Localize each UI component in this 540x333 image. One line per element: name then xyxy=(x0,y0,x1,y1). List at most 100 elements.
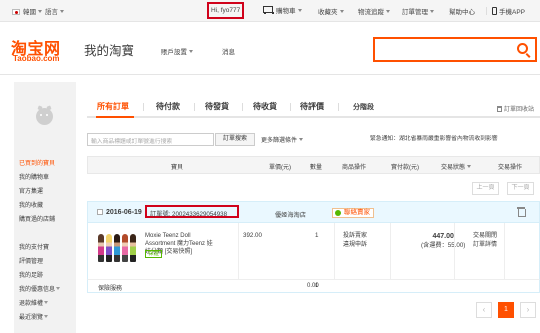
sidebar-item-refunds[interactable]: 退款維權 xyxy=(19,298,49,307)
divider xyxy=(504,223,505,280)
favorites-link[interactable]: 收藏夾 xyxy=(318,6,344,16)
doll-figure xyxy=(130,234,136,262)
logistics-label: 物流追蹤 xyxy=(358,9,384,16)
chevron-down-icon xyxy=(386,10,390,13)
taobao-logo-en[interactable]: Taobao.com xyxy=(13,54,60,63)
user-greeting[interactable]: Hi, fyo777 xyxy=(211,7,240,14)
sidebar-item-recent[interactable]: 最近瀏覽 xyxy=(19,312,49,321)
divider xyxy=(338,103,339,111)
language-label: 語言 xyxy=(45,9,58,16)
chevron-down-icon xyxy=(60,10,64,13)
order-mgmt-link[interactable]: 訂單管理 xyxy=(402,6,434,16)
status-badge: 交易關閉 xyxy=(473,233,498,239)
sidebar-item-bought[interactable]: 已買到的寶貝 xyxy=(19,158,55,167)
doll-figure xyxy=(106,234,112,262)
urgent-notice[interactable]: 緊急通知：湖北省暴雨嚴重影響省內物流收到影響 xyxy=(370,133,498,142)
order-mgmt-label: 訂單管理 xyxy=(402,9,428,16)
chevron-down-icon xyxy=(44,301,49,304)
account-settings-menu[interactable]: 賬戶設置 xyxy=(161,46,193,56)
chevron-down-icon xyxy=(339,10,344,13)
avatar[interactable] xyxy=(36,108,53,125)
chevron-down-icon xyxy=(299,138,304,141)
top-bar: 韓國 語言 Hi, fyo777 購物車 收藏夾 物流追蹤 訂單管理 幫助中心 … xyxy=(0,0,540,22)
order-item-row: Moxie Teenz Doll Assortment 魔力Teenz 娃娃分類… xyxy=(87,223,540,280)
order-search-button[interactable]: 訂單搜索 xyxy=(215,133,255,146)
divider xyxy=(334,223,335,280)
shop-name[interactable]: 優姬海淘店 xyxy=(275,210,306,219)
prev-page-button[interactable]: 上一頁 xyxy=(472,182,499,195)
greeting-highlight[interactable]: Hi, fyo777 xyxy=(207,2,244,19)
sidebar-item-reviews[interactable]: 評價管理 xyxy=(19,256,43,265)
chevron-down-icon xyxy=(297,9,302,12)
col-item-ops: 商品操作 xyxy=(342,165,367,171)
insurance-row: 保險服務 0.00 1 xyxy=(87,279,540,293)
messages-link[interactable]: 消息 xyxy=(222,46,235,56)
doll-figure xyxy=(98,234,104,262)
tab-pending-payment[interactable]: 待付款 xyxy=(156,101,180,112)
search-icon[interactable] xyxy=(517,43,528,54)
order-checkbox[interactable] xyxy=(97,209,103,215)
unit-price: 392.00 xyxy=(243,232,262,239)
sidebar-item-footprints[interactable]: 我的足跡 xyxy=(19,270,43,279)
next-page-button[interactable]: 下一頁 xyxy=(507,182,534,195)
divider xyxy=(390,223,391,280)
tab-staged[interactable]: 分階段 xyxy=(353,102,374,112)
divider xyxy=(238,223,239,280)
order-tabs: 所有訂單 待付款 待發貨 待收貨 待評價 分階段 xyxy=(87,96,540,118)
sidebar-item-consolidation[interactable]: 官方集運 xyxy=(19,186,43,195)
chevron-down-icon xyxy=(430,10,434,13)
insurance-label: 保險服務 xyxy=(98,286,123,292)
language-selector[interactable]: 語言 xyxy=(45,6,64,16)
more-filters-toggle[interactable]: 更多篩選條件 xyxy=(261,135,304,144)
tab-all-orders[interactable]: 所有訂單 xyxy=(97,101,129,112)
sidebar: 已買到的寶貝 我的購物車 官方集運 我的收藏 購買過的店鋪 我的支付寶 評價管理… xyxy=(14,82,76,333)
search-input[interactable] xyxy=(373,37,537,62)
trash-icon xyxy=(497,106,502,112)
col-item: 寶貝 xyxy=(171,165,184,171)
recycle-bin-link[interactable]: 訂單回收站 xyxy=(497,104,534,113)
tab-pending-receipt[interactable]: 待收貨 xyxy=(253,101,277,112)
complain-seller-link[interactable]: 投訴賣家 xyxy=(343,232,367,241)
contact-seller-button[interactable]: 聯絡賣家 xyxy=(332,208,374,218)
order-header: 2016-06-19 訂單號: 2002433629054938 優姬海淘店 聯… xyxy=(87,201,540,223)
order-detail-link[interactable]: 訂單詳情 xyxy=(473,241,497,250)
pagination-current[interactable]: 1 xyxy=(498,302,514,318)
sidebar-item-coupons[interactable]: 我的優惠信息 xyxy=(19,284,61,293)
sidebar-item-cart[interactable]: 我的購物車 xyxy=(19,172,49,181)
product-image[interactable] xyxy=(96,229,138,262)
more-filters-label: 更多篩選條件 xyxy=(261,138,298,144)
insurance-qty: 1 xyxy=(315,283,319,289)
divider xyxy=(143,103,144,111)
divider xyxy=(486,7,487,15)
sidebar-item-label: 退款維權 xyxy=(19,301,44,307)
trash-icon[interactable] xyxy=(517,207,526,217)
pagination-next[interactable]: › xyxy=(520,302,536,318)
order-date: 2016-06-19 xyxy=(106,209,142,216)
payment-cell: 447.00 (含運費：55.00) xyxy=(421,232,465,250)
col-unit-price: 單價(元) xyxy=(269,165,291,171)
sidebar-item-alipay[interactable]: 我的支付寶 xyxy=(19,242,49,251)
col-paid: 實付款(元) xyxy=(391,165,419,171)
favorites-label: 收藏夾 xyxy=(318,9,338,16)
status-cell: 交易關閉 訂單詳情 xyxy=(473,232,497,250)
col-status[interactable]: 交易狀態 xyxy=(441,162,472,171)
mobile-app-link[interactable]: 手機APP xyxy=(492,6,525,16)
guarantee-badge: 保證 xyxy=(145,250,163,258)
cart-link[interactable]: 購物車 xyxy=(262,5,302,15)
help-link[interactable]: 幫助中心 xyxy=(449,6,475,16)
pagination-prev[interactable]: ‹ xyxy=(476,302,492,318)
appeal-link[interactable]: 違規申訴 xyxy=(343,241,367,250)
order-number: 訂單號: 2002433629054938 xyxy=(150,211,228,218)
order-search-input[interactable]: 輸入商品標題或訂單號進行搜索 xyxy=(87,133,214,146)
sidebar-item-favorites[interactable]: 我的收藏 xyxy=(19,200,43,209)
tab-pending-shipment[interactable]: 待發貨 xyxy=(205,101,229,112)
logistics-link[interactable]: 物流追蹤 xyxy=(358,6,390,16)
mobile-app-label: 手機APP xyxy=(499,9,526,16)
sidebar-item-shops[interactable]: 購買過的店鋪 xyxy=(19,214,55,223)
region-selector[interactable]: 韓國 xyxy=(12,6,42,16)
tab-pending-review[interactable]: 待評價 xyxy=(300,101,324,112)
chevron-down-icon xyxy=(38,10,42,13)
divider xyxy=(0,74,540,75)
divider xyxy=(242,103,243,111)
divider xyxy=(194,103,195,111)
